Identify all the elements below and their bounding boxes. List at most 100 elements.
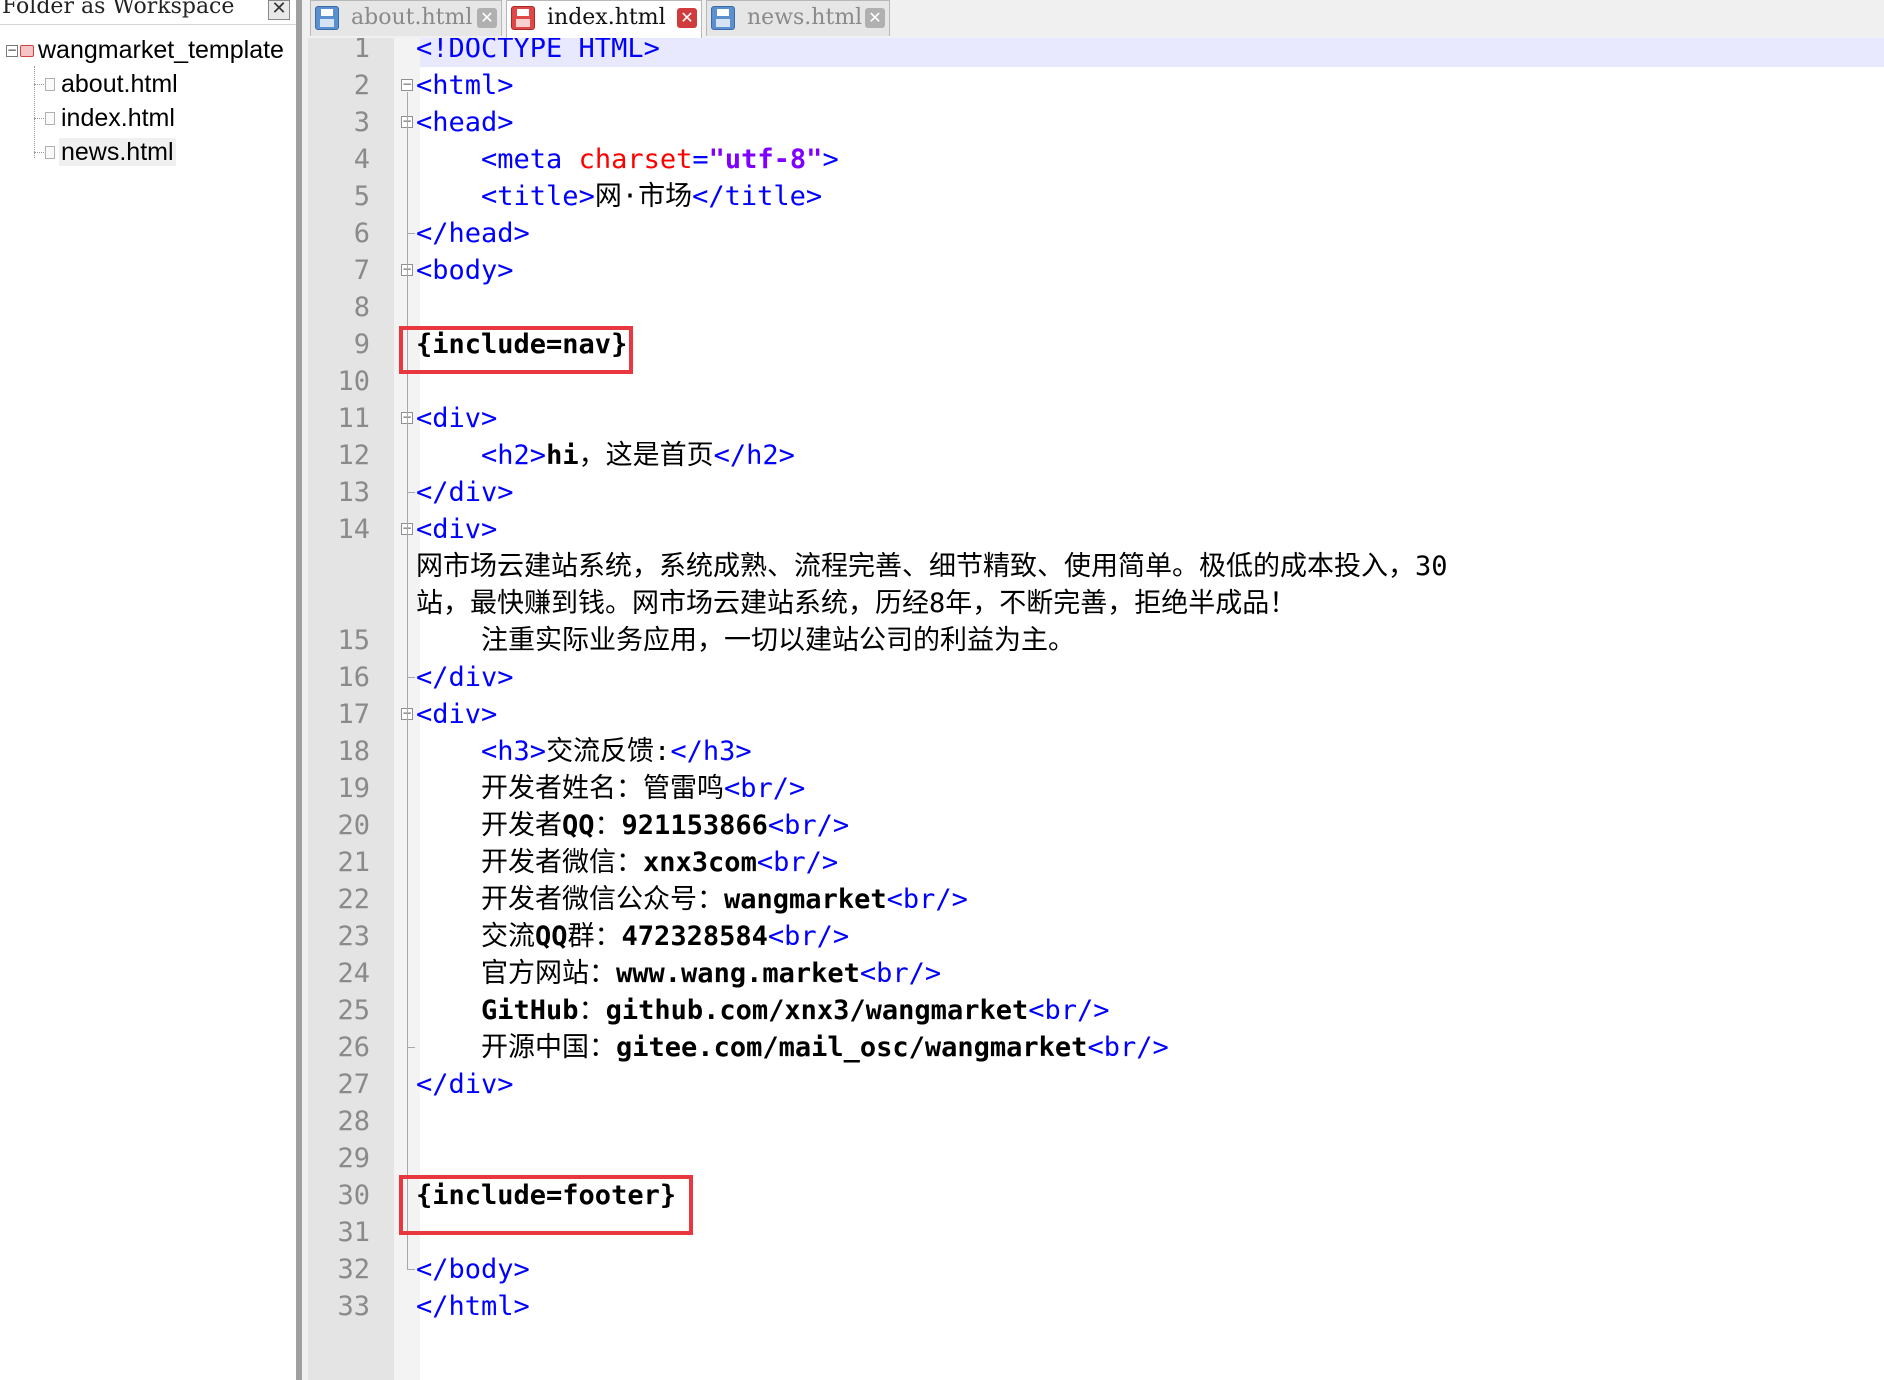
line-number: 5 [353, 181, 370, 212]
code-token: <title> [481, 181, 595, 212]
code-line[interactable]: 站，最快赚到钱。网市场云建站系统，历经8年，不断完善，拒绝半成品！ [308, 585, 1884, 622]
code-line[interactable]: 20 开发者QQ：921153866<br/> [308, 807, 1884, 844]
code-line[interactable]: 19 开发者姓名：管雷鸣<br/> [308, 770, 1884, 807]
code-content: </div> [416, 474, 514, 511]
code-token: <div> [416, 699, 498, 730]
code-line[interactable]: 14− <div> [308, 511, 1884, 548]
highlight-box-include-nav [399, 326, 633, 374]
code-editor[interactable]: 1 <!DOCTYPE HTML> 2 − <html> 3− <head> 4 <meta … [308, 38, 1884, 1380]
line-number: 27 [337, 1069, 370, 1100]
code-token: > [822, 144, 839, 175]
close-icon[interactable]: ✕ [865, 8, 885, 28]
code-line[interactable]: 12 <h2>hi，这是首页</h2> [308, 437, 1884, 474]
code-content: 注重实际业务应用，一切以建站公司的利益为主。 [416, 622, 1075, 659]
code-line[interactable]: 3− <head> [308, 104, 1884, 141]
fold-end-mark [407, 1269, 415, 1270]
tree-file-label: news.html [59, 138, 176, 166]
panel-title-bar: Folder as Workspace ✕ [0, 0, 296, 25]
line-number: 2 [353, 70, 370, 101]
tree-file-index[interactable]: index.html [34, 104, 177, 138]
fold-toggle-icon[interactable]: − [401, 78, 413, 91]
tab-index-html[interactable]: index.html ✕ [506, 0, 702, 38]
code-token: </body> [416, 1254, 530, 1285]
line-number: 15 [337, 625, 370, 656]
line-number: 1 [353, 38, 370, 64]
code-token: 开发者微信： [416, 847, 644, 878]
fold-end-mark [407, 233, 415, 234]
fold-end-mark [407, 492, 415, 493]
line-number: 18 [337, 736, 370, 767]
code-line[interactable]: 23 交流QQ群：472328584<br/> [308, 918, 1884, 955]
code-token: xnx3com [643, 847, 757, 878]
code-line[interactable]: 15 注重实际业务应用，一切以建站公司的利益为主。 [308, 622, 1884, 659]
code-line[interactable]: 16 </div> [308, 659, 1884, 696]
code-line[interactable]: 17− <div> [308, 696, 1884, 733]
code-token: 网市场云建站系统，系统成熟、流程完善、细节精致、使用简单。极低的成本投入，30 [416, 551, 1448, 582]
code-line[interactable]: 25 GitHub：github.com/xnx3/wangmarket<br/… [308, 992, 1884, 1029]
save-icon [711, 6, 735, 30]
code-content: 开发者微信公众号：wangmarket<br/> [416, 881, 968, 918]
line-number: 23 [337, 921, 370, 952]
code-line[interactable]: 21 开发者微信：xnx3com<br/> [308, 844, 1884, 881]
code-line[interactable]: 26 开源中国：gitee.com/mail_osc/wangmarket<br… [308, 1029, 1884, 1066]
code-line[interactable]: 网市场云建站系统，系统成熟、流程完善、细节精致、使用简单。极低的成本投入，30 [308, 548, 1884, 585]
code-line[interactable]: 29 [308, 1140, 1884, 1177]
code-line[interactable]: 32 </body> [308, 1251, 1884, 1288]
code-line[interactable]: 6 </head> [308, 215, 1884, 252]
code-line[interactable]: 2 − <html> [308, 67, 1884, 104]
tab-label: about.html [351, 5, 473, 30]
code-content: 开发者QQ：921153866<br/> [416, 807, 849, 844]
code-content: 开发者姓名：管雷鸣<br/> [416, 770, 805, 807]
code-line[interactable]: 4 <meta charset="utf-8"> [308, 141, 1884, 178]
tab-bar: about.html ✕ index.html ✕ news.html ✕ [308, 0, 1884, 39]
code-line[interactable]: 5 <title>网·市场</title> [308, 178, 1884, 215]
code-content: </div> [416, 659, 514, 696]
code-line[interactable]: 22 开发者微信公众号：wangmarket<br/> [308, 881, 1884, 918]
save-icon [315, 6, 339, 30]
code-token: www.wang.market [616, 958, 860, 989]
code-content: <!DOCTYPE HTML> [416, 38, 660, 67]
line-number: 21 [337, 847, 370, 878]
code-token: 开发者微信公众号： [416, 884, 725, 915]
code-content: <head> [416, 104, 514, 141]
code-line[interactable]: 18 <h3>交流反馈:</h3> [308, 733, 1884, 770]
close-icon[interactable]: ✕ [477, 8, 497, 28]
line-number: 26 [337, 1032, 370, 1063]
code-line[interactable]: 27 </div> [308, 1066, 1884, 1103]
code-content: GitHub：github.com/xnx3/wangmarket<br/> [416, 992, 1109, 1029]
code-token: <br/> [1087, 1032, 1169, 1063]
code-line[interactable]: 7− <body> [308, 252, 1884, 289]
code-line[interactable]: 11− <div> [308, 400, 1884, 437]
close-icon[interactable]: ✕ [268, 0, 290, 20]
tree-root-folder[interactable]: − wangmarket_template [6, 36, 284, 66]
line-number: 8 [353, 292, 370, 323]
tab-label: news.html [747, 5, 863, 30]
tab-about-html[interactable]: about.html ✕ [310, 0, 502, 36]
tree-file-label: index.html [61, 104, 175, 132]
line-number: 28 [337, 1106, 370, 1137]
code-token: 注重实际业务应用，一切以建站公司的利益为主。 [416, 625, 1076, 656]
collapse-toggle-icon[interactable]: − [6, 44, 18, 57]
code-line[interactable]: 24 官方网站：www.wang.market<br/> [308, 955, 1884, 992]
code-content: 站，最快赚到钱。网市场云建站系统，历经8年，不断完善，拒绝半成品！ [416, 585, 1296, 622]
code-token: ： [578, 995, 606, 1026]
line-number: 25 [337, 995, 370, 1026]
code-line[interactable]: 33 </html> [308, 1288, 1884, 1325]
code-token: github.com/xnx3/wangmarket [605, 995, 1029, 1026]
code-token: 网·市场 [594, 181, 693, 212]
code-token: 472328584 [621, 921, 768, 952]
line-number: 16 [337, 662, 370, 693]
code-content: 官方网站：www.wang.market<br/> [416, 955, 941, 992]
code-line[interactable]: 28 [308, 1103, 1884, 1140]
tab-news-html[interactable]: news.html ✕ [706, 0, 890, 36]
code-line[interactable]: 13 </div> [308, 474, 1884, 511]
code-line[interactable]: 8 [308, 289, 1884, 326]
close-icon[interactable]: ✕ [677, 8, 697, 28]
tree-file-about[interactable]: about.html [34, 70, 180, 104]
file-icon [45, 112, 55, 125]
code-line[interactable]: 1 <!DOCTYPE HTML> [308, 38, 1884, 67]
tree-file-news[interactable]: news.html [34, 138, 176, 172]
